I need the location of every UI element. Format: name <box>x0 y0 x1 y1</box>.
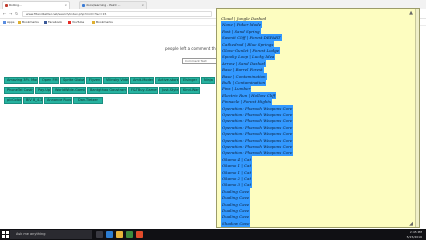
youtube-icon <box>68 20 71 24</box>
tag-chip[interactable]: Dan-Tietzer <box>73 97 103 104</box>
collapse-icon[interactable]: ▲ <box>409 10 413 16</box>
tag-chip[interactable]: WorldWide-Gaming <box>52 87 86 94</box>
tag-chip[interactable]: PhoneTel Costly <box>4 87 34 94</box>
bookmark-item[interactable]: Facebook <box>44 20 62 25</box>
folder-icon <box>92 20 95 24</box>
tag-chip[interactable]: Active-store <box>155 77 179 84</box>
browser-tab-2[interactable]: docs/learning - Paint ... × <box>79 1 147 9</box>
tag-chip[interactable]: Amit-Moder <box>130 77 154 84</box>
apps-icon <box>3 20 6 24</box>
notepad-scrollbar[interactable] <box>415 9 419 227</box>
tag-chip[interactable]: Just-Style <box>159 87 179 94</box>
windows-start-icon[interactable] <box>2 231 9 238</box>
bookmark-item[interactable]: Apps <box>3 20 14 25</box>
forward-arrow-icon[interactable]: → <box>9 12 12 16</box>
tag-chip[interactable]: Kind-Ware <box>180 87 200 94</box>
resize-handle-icon[interactable]: ◢ <box>409 221 413 227</box>
folder-icon <box>18 20 21 24</box>
tag-chip[interactable]: Sprite Global <box>60 77 85 84</box>
tag-chip[interactable]: Ninja <box>201 77 215 84</box>
tag-chip[interactable]: Elsinger <box>180 77 200 84</box>
tag-chip[interactable]: F&TBuy-Games <box>128 87 158 94</box>
close-tab-icon[interactable]: × <box>64 2 67 9</box>
back-arrow-icon[interactable]: ← <box>3 12 6 16</box>
browser-tab-title: docs/learning - Paint ... <box>86 3 121 7</box>
tag-chip[interactable]: Annonce Ruvo <box>44 97 72 104</box>
screen: Rolling... × docs/learning - Paint ... ×… <box>0 0 426 240</box>
favicon-icon <box>5 4 8 7</box>
bookmark-item[interactable]: Bookmarks <box>18 20 39 25</box>
facebook-icon <box>44 20 47 24</box>
bookmark-item[interactable]: Bookmarks <box>92 20 113 25</box>
tag-chip[interactable]: picColor <box>4 97 22 104</box>
tag-chip[interactable]: BIV 8_4.2 <box>23 97 43 104</box>
store-icon[interactable] <box>126 231 133 238</box>
notepad-window[interactable]: Cloud | Jungle Dashed None | Poker Mode Fa… <box>216 8 420 228</box>
browser-tab-1[interactable]: Rolling... × <box>2 1 70 9</box>
notepad-line[interactable]: Shadow Cave <box>221 219 251 227</box>
tag-chip[interactable]: Pay-Up <box>35 87 51 94</box>
tag-chip[interactable]: Amazing 3Ft. Mon <box>4 77 38 84</box>
favicon-icon <box>82 4 85 7</box>
taskbar-search-input[interactable]: Ask me anything <box>10 230 92 239</box>
close-tab-icon[interactable]: × <box>141 2 144 9</box>
file-explorer-icon[interactable] <box>116 231 123 238</box>
tag-chip[interactable]: Bantgthao Gaustrans <box>87 87 127 94</box>
clock-date: 5/15/2016 <box>406 234 422 239</box>
browser-tab-title: Rolling... <box>9 3 22 7</box>
tag-chip[interactable]: Open FM <box>39 77 59 84</box>
task-view-icon[interactable] <box>96 231 103 238</box>
reload-icon[interactable]: ↻ <box>15 12 18 16</box>
edge-browser-icon[interactable] <box>106 231 113 238</box>
chrome-icon[interactable] <box>136 231 143 238</box>
system-tray-clock[interactable]: 2:45 PM 5/15/2016 <box>407 230 422 239</box>
taskbar: Ask me anything 2:45 PM 5/15/2016 <box>0 229 426 240</box>
bookmark-item[interactable]: YouTube <box>68 20 84 25</box>
tag-chip[interactable]: Flyzen <box>86 77 102 84</box>
tag-chip[interactable]: Vilinsky Video <box>103 77 129 84</box>
url-input[interactable]: www.fitandbetter.net/search/index.php?mi… <box>22 11 212 17</box>
